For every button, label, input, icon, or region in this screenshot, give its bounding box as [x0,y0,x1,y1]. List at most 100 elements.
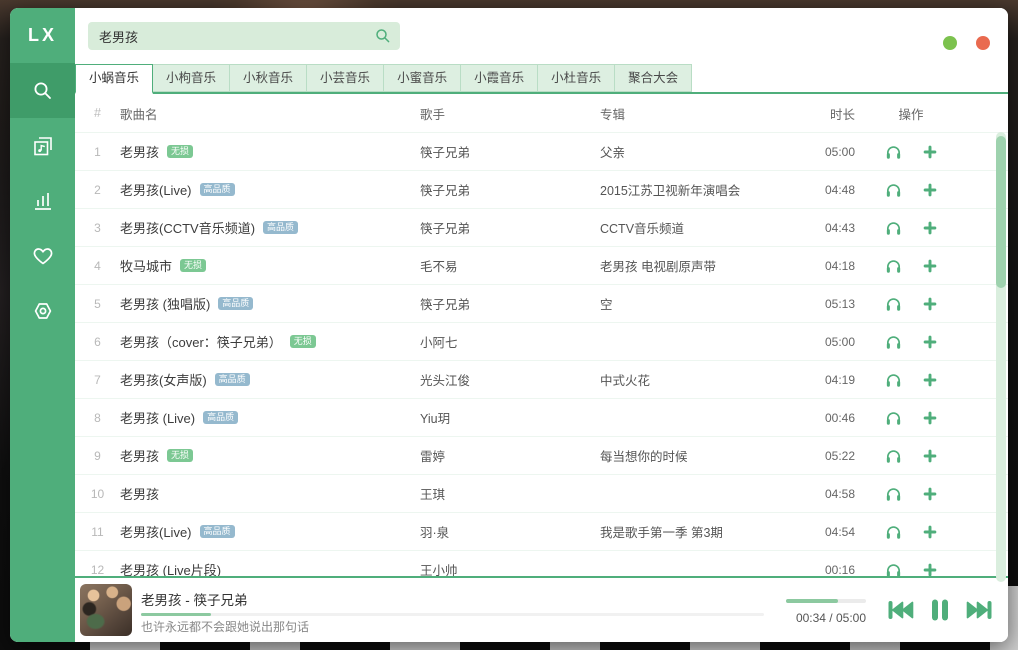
ops-cell [855,562,967,577]
search-input[interactable] [88,22,400,50]
duration-cell: 05:13 [790,297,855,311]
volume-slider[interactable] [786,599,866,603]
listen-button[interactable] [885,448,902,464]
singer-cell: 筷子兄弟 [420,180,600,199]
album-cell: 每当想你的时候 [600,446,790,465]
table-row[interactable]: 2 老男孩(Live) 高品质 筷子兄弟 2015江苏卫视新年演唱会 04:48 [75,171,1008,209]
sidebar-item-favorites[interactable] [10,228,75,283]
listen-button[interactable] [885,182,902,198]
row-index: 6 [75,335,120,349]
volume-fill [786,599,838,603]
add-to-list-button[interactable] [922,486,938,502]
add-to-list-button[interactable] [922,182,938,198]
search-submit-icon[interactable] [374,27,392,50]
song-name-cell: 老男孩（cover：筷子兄弟） 无损 [120,332,420,351]
previous-button[interactable] [886,599,914,621]
listen-button[interactable] [885,372,902,388]
table-row[interactable]: 7 老男孩(女声版) 高品质 光头江俊 中式火花 04:19 [75,361,1008,399]
table-row[interactable]: 8 老男孩 (Live) 高品质 Yiu玥 00:46 [75,399,1008,437]
minimize-button[interactable] [943,36,957,50]
table-row[interactable]: 5 老男孩 (独唱版) 高品质 筷子兄弟 空 05:13 [75,285,1008,323]
tab-label: 小蜜音乐 [397,71,447,85]
quality-badge: 高品质 [200,525,235,538]
header-song-name: 歌曲名 [120,104,420,123]
add-to-list-button[interactable] [922,372,938,388]
table-row[interactable]: 9 老男孩 无损 雷婷 每当想你的时候 05:22 [75,437,1008,475]
add-to-list-button[interactable] [922,524,938,540]
listen-button[interactable] [885,144,902,160]
quality-badge: 高品质 [200,183,235,196]
add-to-list-button[interactable] [922,562,938,577]
song-name: 老男孩(Live) [120,180,192,199]
tab-label: 小霞音乐 [474,71,524,85]
add-to-list-button[interactable] [922,296,938,312]
listen-button[interactable] [885,562,902,577]
tab-小蜗音乐[interactable]: 小蜗音乐 [75,64,153,94]
app-window: LX [10,8,1008,642]
player-info: 老男孩 - 筷子兄弟 也许永远都不会跟她说出那句话 [141,584,764,636]
listen-button[interactable] [885,334,902,350]
close-button[interactable] [976,36,990,50]
add-to-list-button[interactable] [922,334,938,350]
search-icon [31,79,55,103]
heart-icon [31,244,55,268]
add-to-list-button[interactable] [922,144,938,160]
tab-小秋音乐[interactable]: 小秋音乐 [229,64,307,92]
table-row[interactable]: 4 牧马城市 无损 毛不易 老男孩 电视剧原声带 04:18 [75,247,1008,285]
singer-cell: 筷子兄弟 [420,142,600,161]
sidebar-item-settings[interactable] [10,283,75,338]
pause-button[interactable] [929,598,951,622]
song-name-cell: 老男孩 (独唱版) 高品质 [120,294,420,313]
row-index: 1 [75,145,120,159]
table-row[interactable]: 6 老男孩（cover：筷子兄弟） 无损 小阿七 05:00 [75,323,1008,361]
song-name-cell: 老男孩 (Live片段) [120,560,420,576]
listen-button[interactable] [885,486,902,502]
tab-聚合大会[interactable]: 聚合大会 [614,64,692,92]
tab-label: 聚合大会 [628,71,678,85]
album-cell: CCTV音乐频道 [600,218,790,237]
duration-cell: 04:58 [790,487,855,501]
song-name: 老男孩 [120,484,159,503]
ops-cell [855,524,967,540]
listen-button[interactable] [885,220,902,236]
listen-button[interactable] [885,410,902,426]
singer-cell: 毛不易 [420,256,600,275]
add-to-list-button[interactable] [922,410,938,426]
quality-badge: 无损 [167,145,193,158]
singer-cell: 光头江俊 [420,370,600,389]
song-name-cell: 老男孩 [120,484,420,503]
next-button[interactable] [966,599,994,621]
table-row[interactable]: 1 老男孩 无损 筷子兄弟 父亲 05:00 [75,133,1008,171]
tab-小枸音乐[interactable]: 小枸音乐 [152,64,230,92]
duration-cell: 05:22 [790,449,855,463]
add-to-list-button[interactable] [922,220,938,236]
table-row[interactable]: 11 老男孩(Live) 高品质 羽·泉 我是歌手第一季 第3期 04:54 [75,513,1008,551]
ops-cell [855,182,967,198]
listen-button[interactable] [885,296,902,312]
song-table: 1 老男孩 无损 筷子兄弟 父亲 05:00 2 老男孩(Live) 高品质 筷… [75,133,1008,576]
sidebar-item-ranking[interactable] [10,173,75,228]
song-name: 老男孩(Live) [120,522,192,541]
album-cell: 中式火花 [600,370,790,389]
tab-小蜜音乐[interactable]: 小蜜音乐 [383,64,461,92]
progress-bar[interactable] [141,613,764,616]
table-row[interactable]: 3 老男孩(CCTV音乐频道) 高品质 筷子兄弟 CCTV音乐频道 04:43 [75,209,1008,247]
listen-button[interactable] [885,524,902,540]
listen-button[interactable] [885,258,902,274]
album-cell: 我是歌手第一季 第3期 [600,522,790,541]
tab-小芸音乐[interactable]: 小芸音乐 [306,64,384,92]
tab-小杜音乐[interactable]: 小杜音乐 [537,64,615,92]
tab-label: 小芸音乐 [320,71,370,85]
sidebar-item-search[interactable] [10,63,75,118]
add-to-list-button[interactable] [922,258,938,274]
quality-badge: 无损 [167,449,193,462]
table-row[interactable]: 10 老男孩 王琪 04:58 [75,475,1008,513]
scrollbar-thumb[interactable] [996,136,1006,288]
tab-小霞音乐[interactable]: 小霞音乐 [460,64,538,92]
table-row[interactable]: 12 老男孩 (Live片段) 王小帅 00:16 [75,551,1008,576]
add-to-list-button[interactable] [922,448,938,464]
album-art[interactable] [80,584,132,636]
row-index: 4 [75,259,120,273]
scrollbar-track[interactable] [996,132,1006,582]
sidebar-item-song-list[interactable] [10,118,75,173]
